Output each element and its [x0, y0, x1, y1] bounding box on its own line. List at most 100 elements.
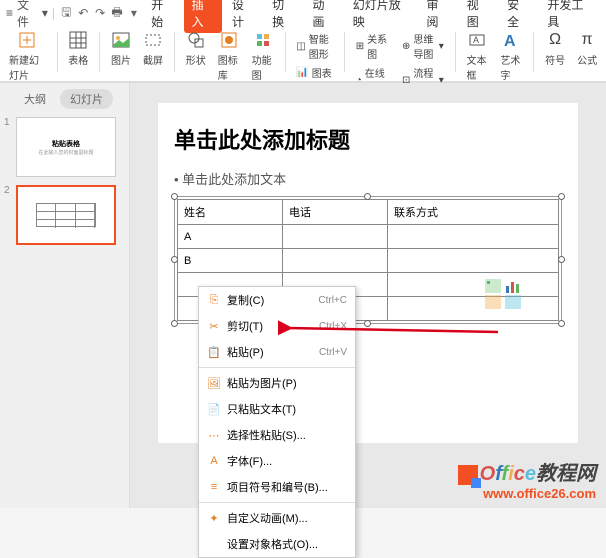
undo-icon[interactable]: ↶ — [76, 5, 91, 21]
resize-handle[interactable] — [171, 256, 178, 263]
ribbon-separator — [533, 32, 534, 72]
ribbon-chart[interactable]: 📊图表 — [293, 64, 336, 81]
menu-item-shortcut: Ctrl+C — [318, 295, 347, 306]
resize-handle[interactable] — [364, 320, 371, 327]
context-menu-item[interactable]: ✂剪切(T)Ctrl+X — [199, 313, 355, 339]
save-icon[interactable]: 🖫 — [59, 5, 74, 21]
table-cell[interactable] — [388, 249, 559, 273]
table-cell[interactable] — [388, 225, 559, 249]
tab-start[interactable]: 开始 — [143, 0, 181, 33]
menu-item-label: 剪切(T) — [227, 318, 313, 334]
smartart-placeholder-icon[interactable] — [485, 295, 501, 309]
table-cell[interactable] — [283, 249, 388, 273]
tab-slides[interactable]: 幻灯片 — [60, 89, 113, 109]
table-cell[interactable]: B — [178, 249, 283, 273]
textbox-icon: A — [467, 30, 487, 50]
dropdown-icon: ▾ — [42, 6, 48, 20]
ribbon-table[interactable]: 表格 — [65, 30, 91, 67]
chart-placeholder-icon[interactable] — [505, 279, 521, 293]
ribbon-symbol[interactable]: Ω 符号 — [542, 30, 568, 67]
resize-handle[interactable] — [171, 193, 178, 200]
table-cell[interactable] — [388, 273, 559, 297]
ribbon-relation[interactable]: ⊞关系图 — [353, 30, 393, 62]
context-menu-item[interactable]: ≡ 项目符号和编号(B)... — [199, 474, 355, 500]
menu-item-label: 复制(C) — [227, 292, 312, 308]
table-header[interactable]: 联系方式 — [388, 200, 559, 225]
redo-icon[interactable]: ↷ — [93, 5, 108, 21]
ribbon-shapes[interactable]: 形状 — [183, 30, 209, 67]
tab-transition[interactable]: 切换 — [264, 0, 302, 33]
print-icon[interactable]: 🖶 — [110, 5, 125, 21]
table-placeholder-icon[interactable] — [485, 279, 501, 293]
thumb-num: 2 — [4, 185, 12, 196]
tab-slideshow[interactable]: 幻灯片放映 — [345, 0, 417, 33]
thumb-table-icon — [36, 203, 96, 227]
menu-item-icon: 📋 — [207, 345, 221, 359]
dropdown-icon: ▾ — [439, 41, 444, 52]
ribbon-image[interactable]: 图片 — [108, 30, 134, 67]
file-menu[interactable]: ≡ 文件 ▾ — [6, 0, 48, 30]
wordart-label: 艺术字 — [500, 52, 522, 82]
table-cell[interactable]: A — [178, 225, 283, 249]
menu-item-label: 项目符号和编号(B)... — [227, 479, 341, 495]
thumbnail-1[interactable]: 粘贴表格 在此输入您的封面副标题 — [16, 117, 116, 177]
ribbon-screenshot[interactable]: 截屏 — [140, 30, 166, 67]
ribbon-smartart[interactable]: ◫智能图形 — [293, 30, 336, 62]
symbol-label: 符号 — [545, 52, 565, 67]
menu-item-icon: ⎘ — [207, 293, 221, 307]
top-bar: ≡ 文件 ▾ | 🖫 ↶ ↷ 🖶 ▾ 开始 插入 设计 切换 动画 幻灯片放映 … — [0, 0, 606, 83]
resize-handle[interactable] — [171, 320, 178, 327]
context-menu-item[interactable]: 📋粘贴(P)Ctrl+V — [199, 339, 355, 365]
menu-item-icon: ✦ — [207, 511, 221, 525]
resize-handle[interactable] — [364, 193, 371, 200]
ribbon-equation[interactable]: π 公式 — [574, 30, 600, 67]
context-menu-item[interactable]: 设置对象格式(O)... — [199, 531, 355, 557]
slide-bullet[interactable]: • 单击此处添加文本 — [174, 169, 562, 188]
tab-view[interactable]: 视图 — [459, 0, 497, 33]
ribbon-separator — [57, 32, 58, 72]
ribbon-wordart[interactable]: A 艺术字 — [497, 30, 525, 82]
context-menu-item[interactable]: ✦自定义动画(M)... — [199, 505, 355, 531]
resize-handle[interactable] — [558, 256, 565, 263]
menu-item-label: 只粘贴文本(T) — [227, 401, 341, 417]
menu-item-icon: A — [207, 454, 221, 468]
icons-label: 图标库 — [218, 52, 240, 82]
mindmap-label: 思维导图 — [413, 31, 435, 61]
tab-security[interactable]: 安全 — [499, 0, 537, 33]
context-menu-item[interactable]: ⎘ 复制(C) Ctrl+C — [199, 287, 355, 313]
ribbon-icons[interactable]: 图标库 — [215, 30, 243, 82]
slide-title[interactable]: 单击此处添加标题 — [174, 123, 562, 155]
tab-design[interactable]: 设计 — [224, 0, 262, 33]
menu-item-label: 字体(F)... — [227, 453, 341, 469]
menu-item-icon: ≡ — [207, 480, 221, 494]
ribbon-separator — [99, 32, 100, 72]
side-panel: 大纲 幻灯片 1 粘贴表格 在此输入您的封面副标题 2 — [0, 83, 130, 508]
side-tabs: 大纲 幻灯片 — [4, 89, 125, 109]
svg-text:A: A — [473, 35, 479, 45]
thumbnail-2[interactable] — [16, 185, 116, 245]
context-menu-item[interactable]: A 字体(F)... — [199, 448, 355, 474]
tab-review[interactable]: 审阅 — [418, 0, 456, 33]
table-cell[interactable] — [388, 297, 559, 321]
ribbon-functions[interactable]: 功能图 — [249, 30, 277, 82]
tab-developer[interactable]: 开发工具 — [539, 0, 600, 33]
ribbon-new-slide[interactable]: 新建幻灯片 — [6, 30, 49, 82]
table-cell[interactable] — [283, 225, 388, 249]
menu-icon: ≡ — [6, 6, 13, 20]
tab-animation[interactable]: 动画 — [304, 0, 342, 33]
context-menu: ⎘ 复制(C) Ctrl+C ✂剪切(T)Ctrl+X📋粘贴(P)Ctrl+V 🖼粘贴为… — [198, 286, 356, 558]
context-menu-item[interactable]: 🖼粘贴为图片(P) — [199, 370, 355, 396]
context-menu-item[interactable]: 📄只粘贴文本(T) — [199, 396, 355, 422]
ribbon-mindmap[interactable]: ⊕思维导图▾ — [399, 30, 447, 62]
resize-handle[interactable] — [558, 320, 565, 327]
table-header[interactable]: 姓名 — [178, 200, 283, 225]
tab-outline[interactable]: 大纲 — [14, 89, 56, 109]
media-placeholder-icon[interactable] — [505, 295, 521, 309]
tab-insert[interactable]: 插入 — [184, 0, 222, 33]
preview-icon[interactable]: ▾ — [126, 5, 141, 21]
table-header[interactable]: 电话 — [283, 200, 388, 225]
ribbon-textbox[interactable]: A 文本框 — [464, 30, 492, 82]
resize-handle[interactable] — [558, 193, 565, 200]
context-menu-item[interactable]: ⋯选择性粘贴(S)... — [199, 422, 355, 448]
equation-icon: π — [577, 30, 597, 50]
